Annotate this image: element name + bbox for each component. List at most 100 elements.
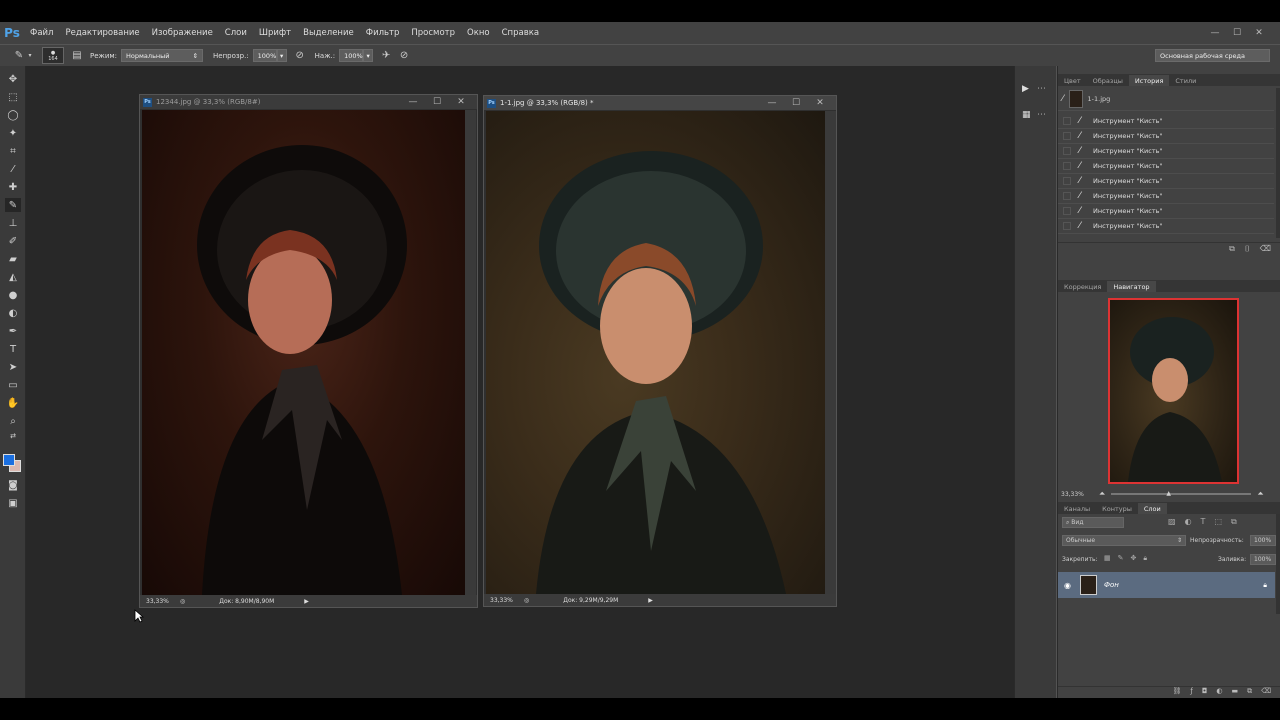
tab-swatches[interactable]: Образцы	[1087, 75, 1129, 86]
dock-menu-icon[interactable]: ⋯	[1037, 110, 1046, 120]
menu-layers[interactable]: Слои	[219, 28, 253, 38]
new-layer-icon[interactable]: ⧉	[1247, 687, 1252, 698]
tab-styles[interactable]: Стили	[1169, 75, 1202, 86]
default-colors-icon[interactable]: ⇄	[5, 432, 21, 440]
paint-bucket-tool-icon[interactable]: ◭	[5, 270, 21, 284]
crop-tool-icon[interactable]: ⌗	[5, 144, 21, 158]
type-filter-icon[interactable]: T	[1201, 517, 1206, 527]
properties-panel-icon[interactable]: ▦	[1022, 110, 1031, 120]
smart-object-filter-icon[interactable]: ⧉	[1231, 517, 1237, 527]
menu-file[interactable]: Файл	[24, 28, 59, 38]
history-item[interactable]: ⁄ Инструмент "Кисть"	[1058, 219, 1274, 234]
fx-icon[interactable]: ƒ	[1190, 687, 1192, 698]
layer-row-background[interactable]: ◉ Фон 🔒︎	[1058, 572, 1275, 598]
brush-panel-icon[interactable]: ▤	[70, 49, 84, 63]
history-checkbox[interactable]	[1063, 162, 1071, 170]
tab-navigator[interactable]: Навигатор	[1107, 281, 1156, 292]
new-group-icon[interactable]: ▬	[1231, 687, 1238, 698]
document-title-bar-active[interactable]: Ps 1-1.jpg @ 33,3% (RGB/8) * — ☐ ✕	[484, 96, 836, 110]
marquee-tool-icon[interactable]: ⬚	[5, 90, 21, 104]
history-checkbox[interactable]	[1063, 117, 1071, 125]
adjustment-layer-icon[interactable]: ◐	[1216, 687, 1222, 698]
status-menu-arrow-icon[interactable]: ▶	[304, 598, 309, 605]
layers-scrollbar[interactable]	[1276, 514, 1280, 614]
menu-type[interactable]: Шрифт	[253, 28, 297, 38]
actions-play-icon[interactable]: ▶	[1022, 84, 1029, 94]
layer-kind-filter[interactable]: ⌕ Вид	[1062, 517, 1124, 528]
history-item[interactable]: ⁄ Инструмент "Кисть"	[1058, 159, 1274, 174]
tab-paths[interactable]: Контуры	[1096, 503, 1138, 514]
eyedropper-tool-icon[interactable]: ⁄	[5, 162, 21, 176]
vertical-scrollbar[interactable]	[825, 111, 836, 594]
pressure-size-icon[interactable]: ⊘	[397, 49, 411, 63]
move-tool-icon[interactable]: ✥	[5, 72, 21, 86]
vertical-scrollbar[interactable]	[465, 110, 476, 595]
history-item[interactable]: ⁄ Инструмент "Кисть"	[1058, 129, 1274, 144]
menu-filter[interactable]: Фильтр	[360, 28, 406, 38]
lock-transparent-icon[interactable]: ▦	[1104, 554, 1111, 563]
history-snapshot[interactable]: ⁄ 1-1.jpg	[1058, 87, 1274, 111]
history-item[interactable]: ⁄ Инструмент "Кисть"	[1058, 189, 1274, 204]
zoom-in-icon[interactable]: ⏶	[1257, 489, 1263, 499]
status-info-icon[interactable]: ◎	[524, 597, 529, 604]
brush-preset-picker[interactable]: ● 164	[42, 47, 64, 64]
doc-minimize-button[interactable]: —	[401, 97, 425, 107]
close-button[interactable]: ✕	[1248, 28, 1270, 38]
tab-channels[interactable]: Каналы	[1058, 503, 1096, 514]
quick-select-tool-icon[interactable]: ✦	[5, 126, 21, 140]
document-title-bar[interactable]: Ps 12344.jpg @ 33,3% (RGB/8#) — ☐ ✕	[140, 95, 477, 109]
doc-close-button[interactable]: ✕	[808, 98, 832, 108]
history-checkbox[interactable]	[1063, 222, 1071, 230]
lock-all-icon[interactable]: 🔒︎	[1143, 554, 1147, 563]
screen-mode-icon[interactable]: ▣	[5, 496, 21, 510]
pressure-input[interactable]: 100%	[339, 49, 364, 62]
snapshot-brush-icon[interactable]: ⁄	[1062, 94, 1064, 104]
dock-menu-icon[interactable]: ⋯	[1037, 84, 1046, 94]
history-item[interactable]: ⁄ Инструмент "Кисть"	[1058, 114, 1274, 129]
shape-tool-icon[interactable]: ▭	[5, 378, 21, 392]
menu-help[interactable]: Справка	[496, 28, 545, 38]
tab-history[interactable]: История	[1128, 75, 1170, 86]
doc-maximize-button[interactable]: ☐	[425, 97, 449, 107]
history-item[interactable]: ⁄ Инструмент "Кисть"	[1058, 144, 1274, 159]
workspace-select[interactable]: Основная рабочая среда	[1155, 49, 1270, 62]
type-tool-icon[interactable]: T	[5, 342, 21, 356]
hand-tool-icon[interactable]: ✋	[5, 396, 21, 410]
healing-brush-tool-icon[interactable]: ✚	[5, 180, 21, 194]
zoom-tool-icon[interactable]: ⌕	[5, 414, 21, 428]
pressure-opacity-icon[interactable]: ⊘	[293, 49, 307, 63]
menu-window[interactable]: Окно	[461, 28, 496, 38]
menu-image[interactable]: Изображение	[146, 28, 219, 38]
blend-mode-select[interactable]: Обычные ⇕	[1062, 535, 1186, 546]
fill-input[interactable]: 100%	[1250, 554, 1276, 565]
lasso-tool-icon[interactable]: ◯	[5, 108, 21, 122]
opacity-dropdown[interactable]: ▾	[276, 49, 287, 62]
portrait-image-edited[interactable]	[486, 111, 825, 594]
adjustment-filter-icon[interactable]: ◐	[1185, 517, 1192, 527]
quick-mask-icon[interactable]: ◙	[5, 478, 21, 492]
dodge-tool-icon[interactable]: ◐	[5, 306, 21, 320]
zoom-level[interactable]: 33,33%	[490, 597, 520, 604]
new-document-from-state-icon[interactable]: ⧉	[1229, 244, 1235, 254]
trash-icon[interactable]: ⌫	[1261, 687, 1271, 698]
navigator-view-box[interactable]	[1108, 298, 1239, 484]
menu-view[interactable]: Просмотр	[405, 28, 461, 38]
doc-close-button[interactable]: ✕	[449, 97, 473, 107]
pixel-filter-icon[interactable]: ▨	[1168, 517, 1176, 527]
foreground-color-swatch[interactable]	[3, 454, 15, 466]
menu-select[interactable]: Выделение	[297, 28, 360, 38]
tab-adjustments[interactable]: Коррекция	[1058, 281, 1107, 292]
history-checkbox[interactable]	[1063, 192, 1071, 200]
slider-handle[interactable]: ▲	[1166, 490, 1171, 497]
opacity-input[interactable]: 100%	[252, 49, 277, 62]
lock-position-icon[interactable]: ✥	[1131, 554, 1137, 563]
maximize-button[interactable]: ☐	[1226, 28, 1248, 38]
history-checkbox[interactable]	[1063, 147, 1071, 155]
history-item[interactable]: ⁄ Инструмент "Кисть"	[1058, 204, 1274, 219]
history-scrollbar[interactable]	[1276, 88, 1280, 238]
camera-snapshot-icon[interactable]: ⌷	[1245, 244, 1250, 254]
tab-layers[interactable]: Слои	[1137, 503, 1167, 514]
mode-select[interactable]: Нормальный ⇕	[121, 49, 204, 62]
history-brush-tool-icon[interactable]: ✐	[5, 234, 21, 248]
chevron-down-icon[interactable]: ▾	[26, 49, 34, 63]
